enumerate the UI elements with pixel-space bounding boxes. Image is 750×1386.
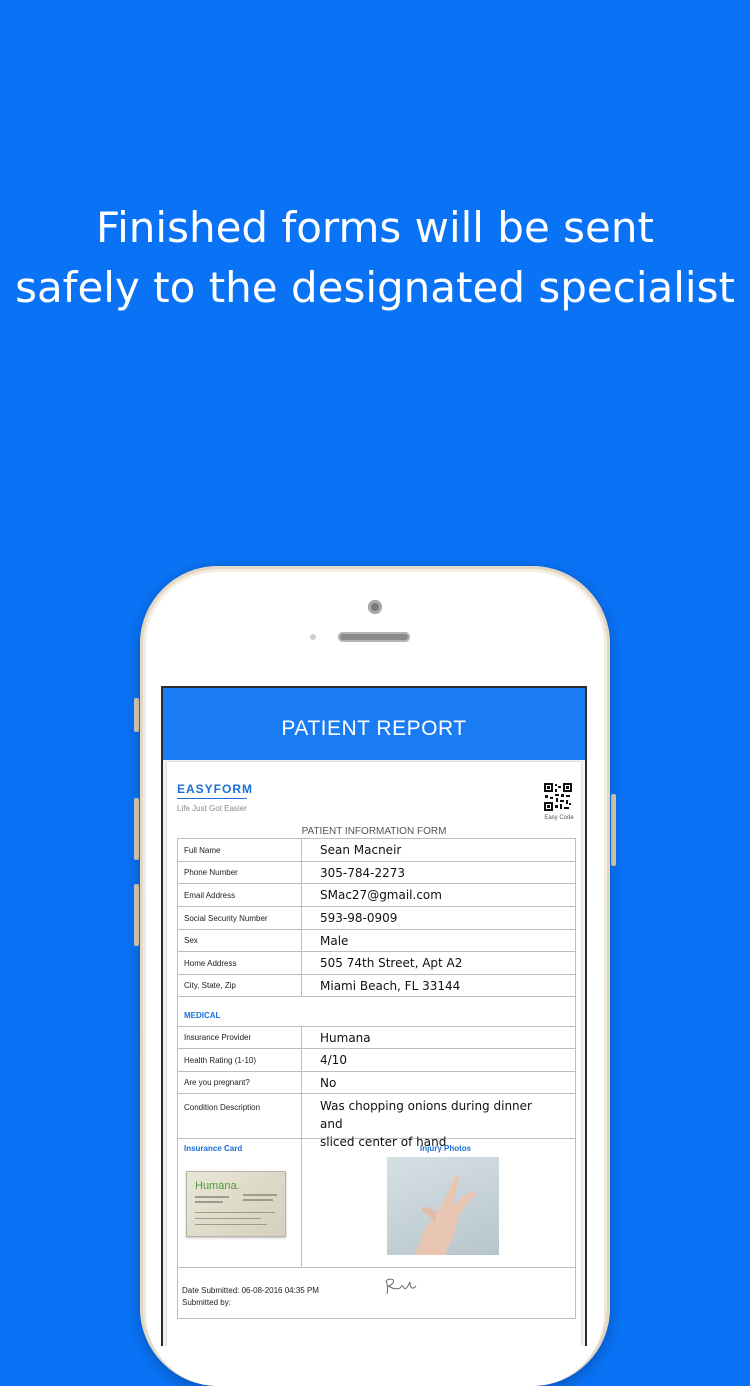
- insurance-card-logo: Humana.: [195, 1180, 240, 1192]
- table-row: Home Address 505 74th Street, Apt A2: [178, 952, 575, 975]
- table-row: City, State, Zip Miami Beach, FL 33144: [178, 975, 575, 997]
- field-value: 4/10: [320, 1053, 347, 1067]
- field-value: Humana: [320, 1030, 371, 1045]
- field-label: Email Address: [178, 884, 302, 906]
- table-row: Sex Male: [178, 930, 575, 952]
- injury-photos-cell: Injury Photos: [302, 1139, 575, 1267]
- field-value: Was chopping onions during dinner and sl…: [302, 1094, 575, 1149]
- field-label: Home Address: [178, 952, 302, 974]
- field-label: Social Security Number: [178, 907, 302, 929]
- headline-line-1: Finished forms will be sent: [96, 203, 654, 252]
- phone-volume-down: [134, 884, 139, 946]
- field-label: Sex: [178, 930, 302, 951]
- headline-line-2: safely to the designated specialist: [15, 263, 735, 312]
- field-value: No: [320, 1075, 337, 1090]
- injury-photos-label: Injury Photos: [420, 1144, 472, 1153]
- app-bar: PATIENT REPORT: [163, 688, 585, 760]
- phone-volume-up: [134, 798, 139, 860]
- table-row: Are you pregnant? No: [178, 1072, 575, 1094]
- field-value: Sean Macneir: [320, 843, 402, 857]
- signature-image: [385, 1278, 417, 1295]
- field-value: 305-784-2273: [320, 865, 406, 880]
- insurance-card-cell: Insurance Card Humana.: [178, 1139, 302, 1267]
- earpiece-speaker: [338, 632, 410, 642]
- field-label: Are you pregnant?: [178, 1072, 302, 1093]
- headline: Finished forms will be sent safely to th…: [0, 198, 750, 318]
- front-camera-icon: [368, 600, 382, 614]
- attachments-row: Insurance Card Humana. Injury Photos: [178, 1139, 575, 1268]
- phone-screen: PATIENT REPORT EASYFORM Life Just Got Ea…: [161, 686, 587, 1346]
- table-row: Social Security Number 593-98-0909: [178, 907, 575, 930]
- form-title: PATIENT INFORMATION FORM: [301, 826, 447, 837]
- date-submitted: Date Submitted: 06-08-2016 04:35 PM: [182, 1286, 319, 1295]
- field-label: Phone Number: [178, 862, 302, 883]
- table-row: Full Name Sean Macneir: [178, 839, 575, 862]
- brand-underline: [177, 798, 247, 799]
- field-label: Condition Description: [178, 1094, 302, 1138]
- field-label: Full Name: [178, 839, 302, 861]
- field-value: 505 74th Street, Apt A2: [320, 956, 463, 970]
- patient-info-table: Full Name Sean Macneir Phone Number 305-…: [177, 838, 576, 1319]
- field-value: 593-98-0909: [320, 911, 398, 925]
- qr-code-icon: [543, 782, 573, 812]
- field-value: SMac27@gmail.com: [320, 888, 442, 902]
- submission-footer: Date Submitted: 06-08-2016 04:35 PM Subm…: [178, 1268, 575, 1318]
- table-row: Insurance Provider Humana: [178, 1027, 575, 1049]
- table-row: Condition Description Was chopping onion…: [178, 1094, 575, 1149]
- table-row: Health Rating (1-10) 4/10: [178, 1049, 575, 1072]
- field-label: City, State, Zip: [178, 975, 302, 996]
- medical-section-heading: MEDICAL: [178, 997, 575, 1027]
- table-row: Email Address SMac27@gmail.com: [178, 884, 575, 907]
- patient-report-document[interactable]: EASYFORM Life Just Got Easier Easy Code …: [167, 762, 581, 1346]
- field-value: Male: [320, 933, 349, 948]
- field-value: Miami Beach, FL 33144: [320, 978, 461, 993]
- field-value-line: Was chopping onions during dinner and: [320, 1099, 532, 1131]
- insurance-card-label: Insurance Card: [184, 1144, 243, 1153]
- brand-tagline: Life Just Got Easier: [177, 804, 247, 813]
- field-label: Insurance Provider: [178, 1027, 302, 1048]
- phone-power-button: [611, 794, 616, 866]
- qr-code-caption: Easy Code: [544, 815, 574, 821]
- hand-photo-icon: [415, 1175, 476, 1255]
- table-row: Phone Number 305-784-2273: [178, 862, 575, 884]
- app-title: PATIENT REPORT: [281, 717, 467, 740]
- phone-mute-switch: [134, 698, 139, 732]
- brand-logo: EASYFORM: [177, 782, 254, 796]
- submitted-by-label: Submitted by:: [182, 1298, 231, 1307]
- injury-photo[interactable]: [387, 1157, 499, 1255]
- insurance-card-image[interactable]: Humana.: [186, 1171, 286, 1237]
- field-label: Health Rating (1-10): [178, 1049, 302, 1071]
- proximity-sensor: [310, 634, 316, 640]
